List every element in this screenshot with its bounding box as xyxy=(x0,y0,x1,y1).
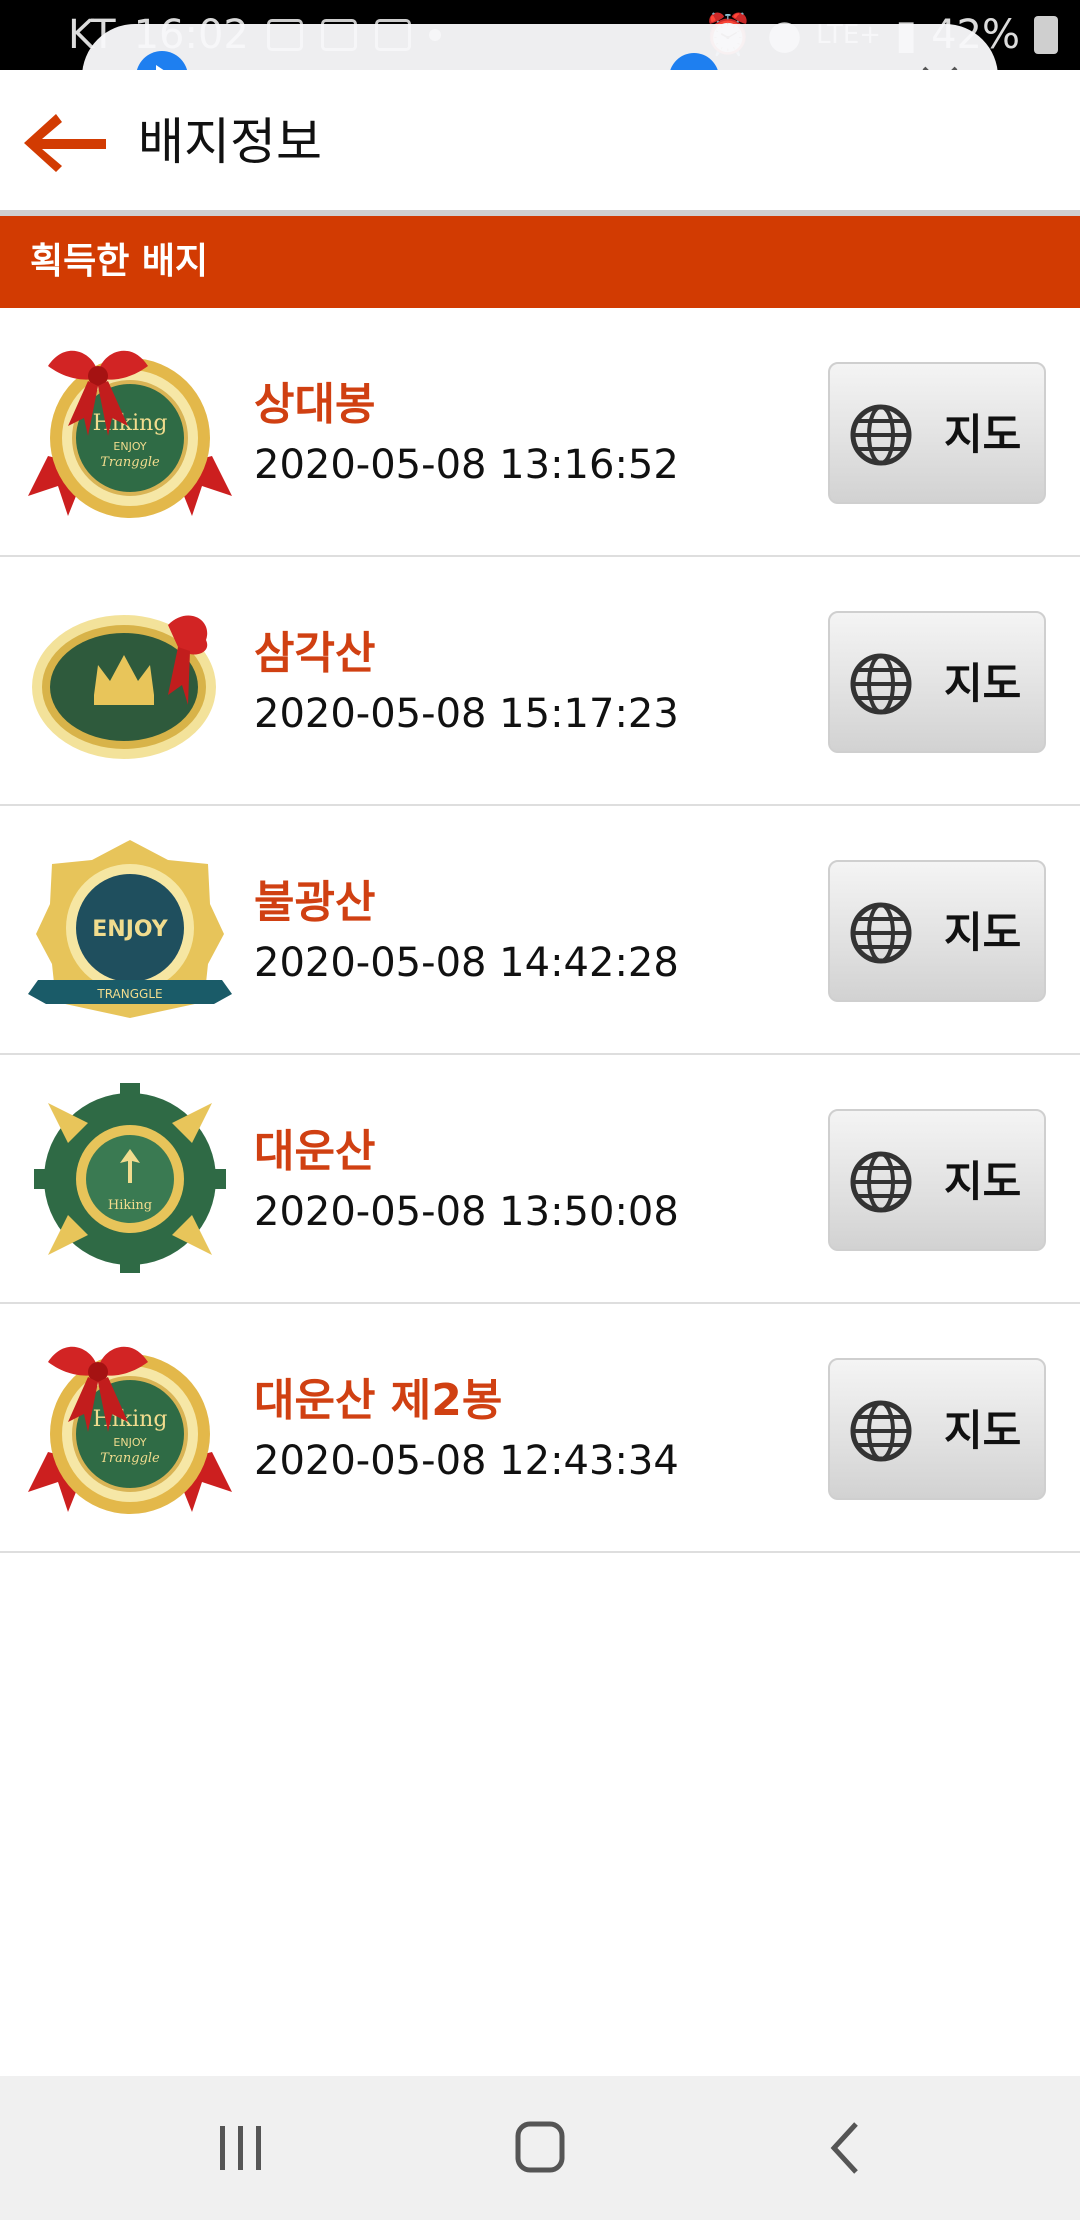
badge-time: 2020-05-08 15:17:23 xyxy=(254,691,679,737)
svg-text:ENJOY: ENJOY xyxy=(113,1436,146,1449)
svg-text:Tranggle: Tranggle xyxy=(100,1451,160,1466)
home-button[interactable] xyxy=(500,2112,580,2184)
globe-icon xyxy=(850,404,912,466)
nav-back-icon xyxy=(830,2122,858,2174)
svg-text:ENJOY: ENJOY xyxy=(92,917,169,942)
map-button[interactable]: 지도 xyxy=(828,1358,1046,1500)
svg-text:TRANGGLE: TRANGGLE xyxy=(96,987,162,1001)
back-arrow-icon xyxy=(24,114,106,172)
svg-text:Tranggle: Tranggle xyxy=(100,455,160,470)
globe-icon xyxy=(850,902,912,964)
badge-time: 2020-05-08 13:16:52 xyxy=(254,442,679,488)
globe-icon xyxy=(850,1151,912,1213)
recent-apps-button[interactable] xyxy=(200,2112,280,2184)
system-nav-bar xyxy=(0,2076,1080,2220)
badge-name: 상대봉 xyxy=(254,379,376,430)
battery-icon xyxy=(1034,16,1058,54)
badge-image: Hiking ENJOY Tranggle xyxy=(28,1346,232,1514)
svg-text:ENJOY: ENJOY xyxy=(113,440,146,453)
badge-time: 2020-05-08 12:43:34 xyxy=(254,1438,679,1484)
badge-list: Hiking ENJOY Tranggle 상대봉 2020-05-08 13:… xyxy=(0,308,1080,1553)
nav-back-button[interactable] xyxy=(806,2112,886,2184)
globe-icon xyxy=(850,653,912,715)
app-header: 배지정보 xyxy=(0,70,1080,210)
badge-time: 2020-05-08 14:42:28 xyxy=(254,940,679,986)
map-button[interactable]: 지도 xyxy=(828,362,1046,504)
badge-name: 삼각산 xyxy=(254,628,376,679)
page-title: 배지정보 xyxy=(138,113,322,171)
list-item: ENJOY TRANGGLE 불광산 2020-05-08 14:42:28 지… xyxy=(0,806,1080,1055)
badge-name: 대운산 xyxy=(254,1126,376,1177)
home-icon xyxy=(515,2121,565,2173)
map-button-label: 지도 xyxy=(944,1157,1022,1206)
section-header: 획득한 배지 xyxy=(0,216,1080,308)
badge-name: 대운산 제2봉 xyxy=(254,1375,503,1426)
badge-name: 불광산 xyxy=(254,877,376,928)
svg-text:Hiking: Hiking xyxy=(108,1198,152,1213)
list-item: Hiking ENJOY Tranggle 상대봉 2020-05-08 13:… xyxy=(0,308,1080,557)
list-item: Hiking ENJOY Tranggle 대운산 제2봉 2020-05-08… xyxy=(0,1304,1080,1553)
list-item: Hiking 대운산 2020-05-08 13:50:08 지도 xyxy=(0,1055,1080,1304)
map-button-label: 지도 xyxy=(944,908,1022,957)
badge-image: Hiking ENJOY Tranggle xyxy=(28,350,232,518)
globe-icon xyxy=(850,1400,912,1462)
badge-image: ENJOY TRANGGLE xyxy=(28,840,232,1018)
badge-image: Hiking xyxy=(34,1083,226,1273)
map-button[interactable]: 지도 xyxy=(828,860,1046,1002)
recent-apps-icon xyxy=(220,2126,261,2170)
back-button[interactable] xyxy=(24,110,108,176)
badge-image xyxy=(32,615,216,759)
list-item: 삼각산 2020-05-08 15:17:23 지도 xyxy=(0,557,1080,806)
map-button-label: 지도 xyxy=(944,659,1022,708)
badge-time: 2020-05-08 13:50:08 xyxy=(254,1189,679,1235)
map-button[interactable]: 지도 xyxy=(828,1109,1046,1251)
map-button-label: 지도 xyxy=(944,410,1022,459)
map-button-label: 지도 xyxy=(944,1406,1022,1455)
map-button[interactable]: 지도 xyxy=(828,611,1046,753)
